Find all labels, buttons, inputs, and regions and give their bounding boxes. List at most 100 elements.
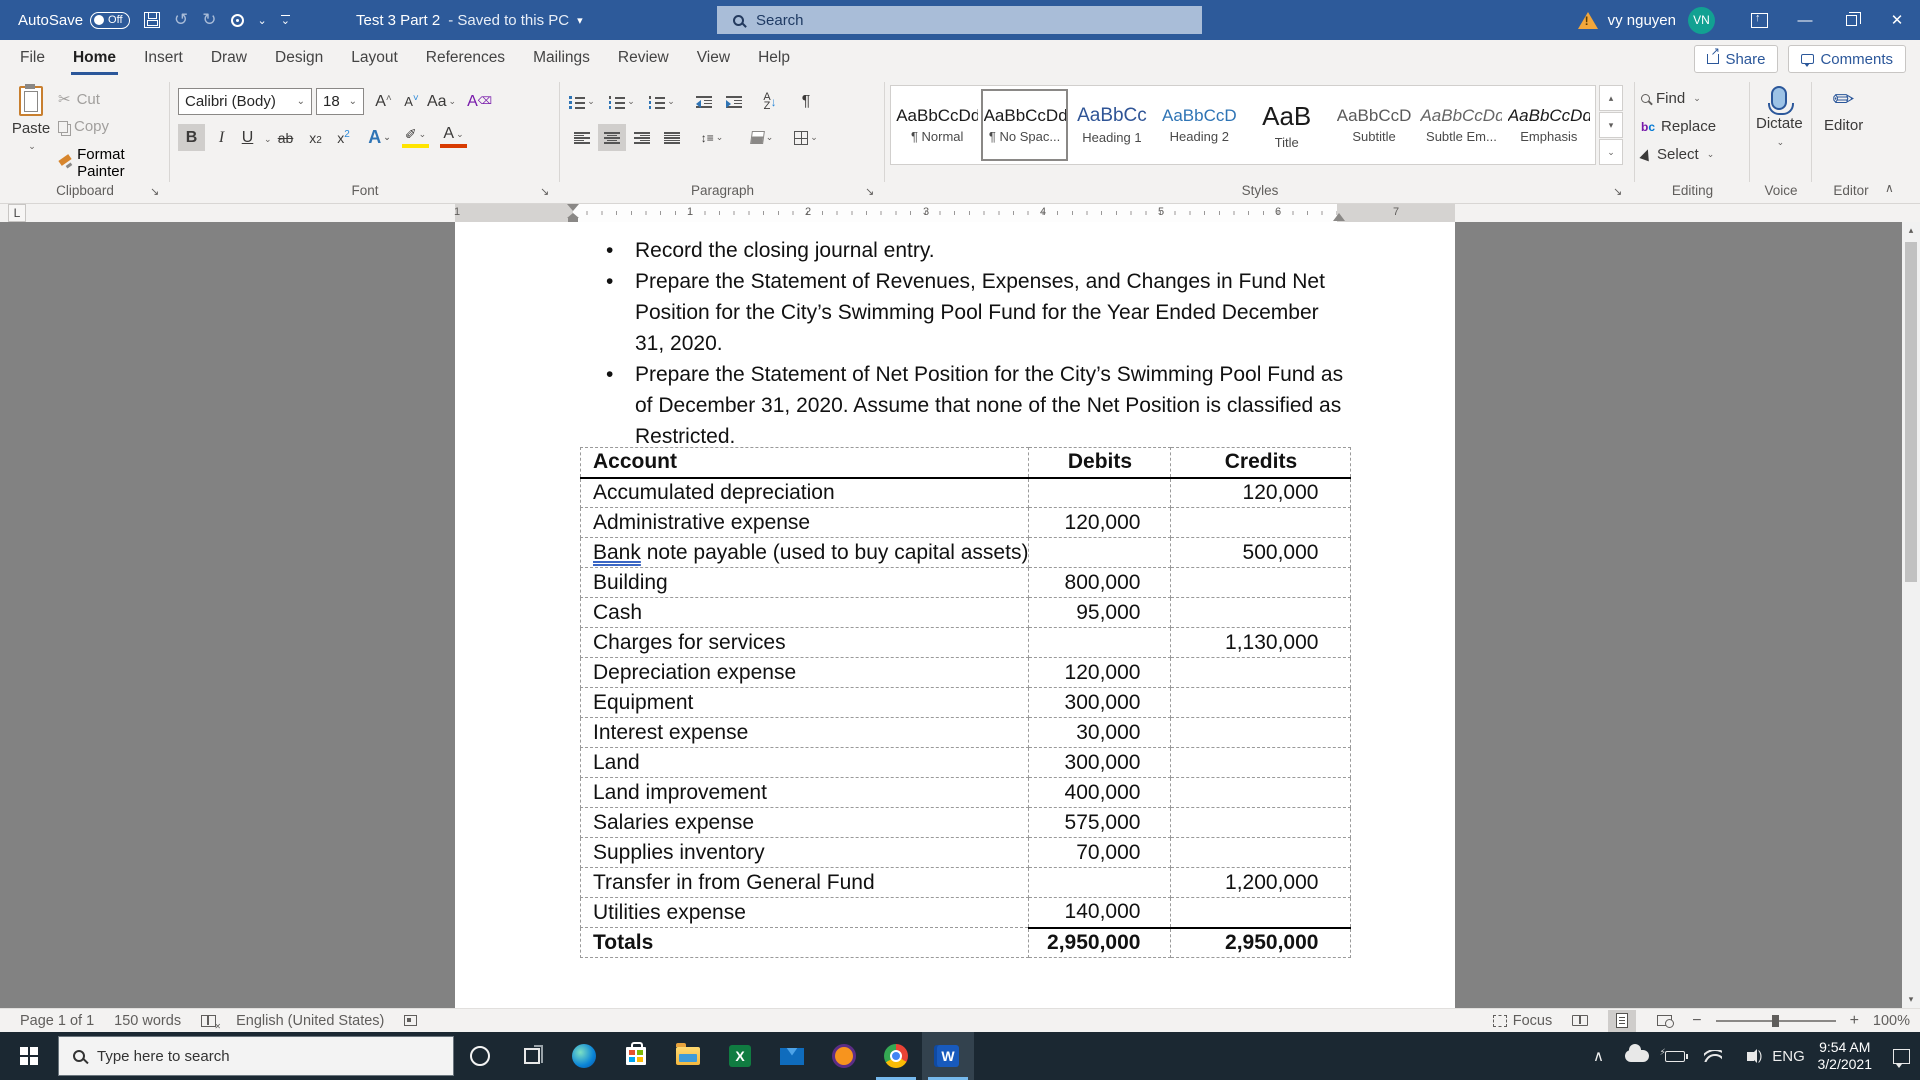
column-header-account[interactable]: Account [579, 447, 1030, 479]
cell-account[interactable]: Interest expense [579, 717, 1030, 748]
clock[interactable]: 9:54 AM 3/2/2021 [1808, 1039, 1883, 1073]
undo-icon[interactable]: ↺ [174, 10, 188, 30]
styles-more-icon[interactable]: ⌄ [1599, 139, 1623, 165]
grammar-flagged-word[interactable]: Bank [593, 541, 641, 564]
table-row[interactable]: Salaries expense 575,000 [579, 807, 1352, 838]
font-dialog-launcher-icon[interactable]: ↘ [540, 185, 549, 198]
strikethrough-button[interactable]: ab [272, 124, 299, 151]
decrease-indent-button[interactable] [690, 88, 718, 115]
styles-dialog-launcher-icon[interactable]: ↘ [1613, 185, 1622, 198]
table-row[interactable]: Transfer in from General Fund 1,200,000 [579, 867, 1352, 898]
format-painter-button[interactable]: Format Painter [58, 146, 170, 180]
cell-debits[interactable]: 400,000 [1028, 777, 1172, 808]
cell-debits[interactable]: 575,000 [1028, 807, 1172, 838]
cell-debits[interactable] [1028, 627, 1172, 658]
align-left-button[interactable] [568, 124, 596, 151]
language-indicator[interactable]: English (United States) [236, 1013, 384, 1029]
zoom-in-button[interactable]: + [1850, 1012, 1859, 1030]
cell-debits[interactable]: 300,000 [1028, 747, 1172, 778]
table-row[interactable]: Land improvement 400,000 [579, 777, 1352, 808]
show-formatting-button[interactable]: ¶ [792, 88, 820, 115]
comments-button[interactable]: Comments [1788, 45, 1906, 73]
vertical-scrollbar[interactable]: ▴ ▾ [1902, 222, 1920, 1008]
table-row[interactable]: Building 800,000 [579, 567, 1352, 598]
font-size-select[interactable]: 18 ⌄ [316, 88, 364, 115]
cell-debits[interactable]: 120,000 [1028, 507, 1172, 538]
multilevel-list-button[interactable]: ⌄ [648, 88, 676, 115]
table-row[interactable]: Interest expense 30,000 [579, 717, 1352, 748]
zoom-slider[interactable] [1715, 1014, 1836, 1027]
cell-account[interactable]: Charges for services [579, 627, 1030, 658]
menu-tab-references[interactable]: References [412, 40, 519, 78]
shrink-font-button[interactable]: A ˅ [398, 88, 425, 115]
onedrive-icon[interactable] [1618, 1032, 1656, 1080]
taskbar-word[interactable]: W [922, 1032, 974, 1080]
taskbar-excel[interactable]: X [714, 1032, 766, 1080]
cell-account[interactable]: Administrative expense [579, 507, 1030, 538]
underline-button[interactable]: U [234, 124, 261, 151]
cell-credits[interactable] [1170, 807, 1352, 838]
cell-debits[interactable] [1028, 867, 1172, 898]
language-switcher[interactable]: ENG [1770, 1032, 1808, 1080]
cell-credits[interactable] [1170, 567, 1352, 598]
touch-mode-icon[interactable] [230, 13, 244, 27]
column-header-debits[interactable]: Debits [1028, 447, 1172, 479]
cortana-button[interactable] [454, 1032, 506, 1080]
avatar[interactable]: VN [1688, 6, 1715, 34]
word-count[interactable]: 150 words [114, 1013, 181, 1029]
highlight-color-button[interactable]: ✐ ⌄ [402, 124, 429, 148]
dictate-caret-icon[interactable]: ⌄ [1777, 137, 1785, 148]
cell-credits[interactable] [1170, 597, 1352, 628]
focus-mode-button[interactable]: Focus [1492, 1013, 1552, 1029]
cut-button[interactable]: ✂ Cut [58, 90, 100, 109]
cell-account[interactable]: Depreciation expense [579, 657, 1030, 688]
paste-button[interactable]: Paste ⌄ [8, 84, 54, 178]
action-center-icon[interactable] [1882, 1032, 1920, 1080]
table-totals-row[interactable]: Totals 2,950,000 2,950,000 [579, 926, 1352, 958]
taskbar-store[interactable] [610, 1032, 662, 1080]
menu-tab-help[interactable]: Help [744, 40, 804, 78]
cell-totals-credits[interactable]: 2,950,000 [1170, 926, 1352, 958]
menu-tab-view[interactable]: View [683, 40, 744, 78]
paste-caret-icon[interactable]: ⌄ [28, 141, 36, 152]
superscript-button[interactable]: x2 [330, 124, 357, 151]
table-row[interactable]: Accumulated depreciation 120,000 [579, 477, 1352, 508]
table-row[interactable]: Depreciation expense 120,000 [579, 657, 1352, 688]
trial-balance-table[interactable]: Account Debits Credits Accumulated depreci… [579, 447, 1352, 958]
cell-debits[interactable]: 30,000 [1028, 717, 1172, 748]
minimize-button[interactable]: — [1782, 0, 1828, 40]
bullets-button[interactable]: ⌄ [568, 88, 596, 115]
zoom-level[interactable]: 100% [1873, 1013, 1910, 1029]
font-name-select[interactable]: Calibri (Body) ⌄ [178, 88, 312, 115]
cell-credits[interactable] [1170, 717, 1352, 748]
cell-totals-label[interactable]: Totals [579, 927, 1030, 958]
wifi-icon[interactable] [1694, 1032, 1732, 1080]
scrollbar-thumb[interactable] [1905, 242, 1917, 582]
customize-qat-icon[interactable]: ⌄ [280, 14, 290, 26]
taskbar-search[interactable]: Type here to search [58, 1036, 454, 1076]
cell-debits[interactable]: 800,000 [1028, 567, 1172, 598]
table-row[interactable]: Cash 95,000 [579, 597, 1352, 628]
first-line-indent-marker[interactable] [567, 204, 579, 211]
user-name[interactable]: vy nguyen [1608, 12, 1676, 29]
align-center-button[interactable] [598, 124, 626, 151]
bullet-item[interactable]: Prepare the Statement of Revenues, Expen… [606, 266, 1351, 359]
taskbar-chrome[interactable] [870, 1032, 922, 1080]
volume-icon[interactable] [1732, 1032, 1770, 1080]
task-view-button[interactable] [506, 1032, 558, 1080]
styles-scroll-down-icon[interactable]: ▾ [1599, 112, 1623, 138]
increase-indent-button[interactable] [720, 88, 748, 115]
cell-credits[interactable]: 500,000 [1170, 537, 1352, 568]
cell-account[interactable]: Equipment [579, 687, 1030, 718]
cell-debits[interactable]: 95,000 [1028, 597, 1172, 628]
grow-font-button[interactable]: A ˄ [370, 88, 397, 115]
style-chip-normal[interactable]: AaBbCcDd ¶ Normal [894, 89, 980, 161]
menu-tab-draw[interactable]: Draw [197, 40, 261, 78]
paragraph-dialog-launcher-icon[interactable]: ↘ [865, 185, 874, 198]
style-chip-heading-1[interactable]: AaBbCc Heading 1 [1069, 89, 1155, 161]
cell-credits[interactable]: 120,000 [1170, 477, 1352, 508]
menu-tab-layout[interactable]: Layout [337, 40, 412, 78]
macro-recording-icon[interactable] [404, 1015, 418, 1026]
right-indent-marker[interactable] [1333, 213, 1345, 221]
cell-account[interactable]: Land [579, 747, 1030, 778]
